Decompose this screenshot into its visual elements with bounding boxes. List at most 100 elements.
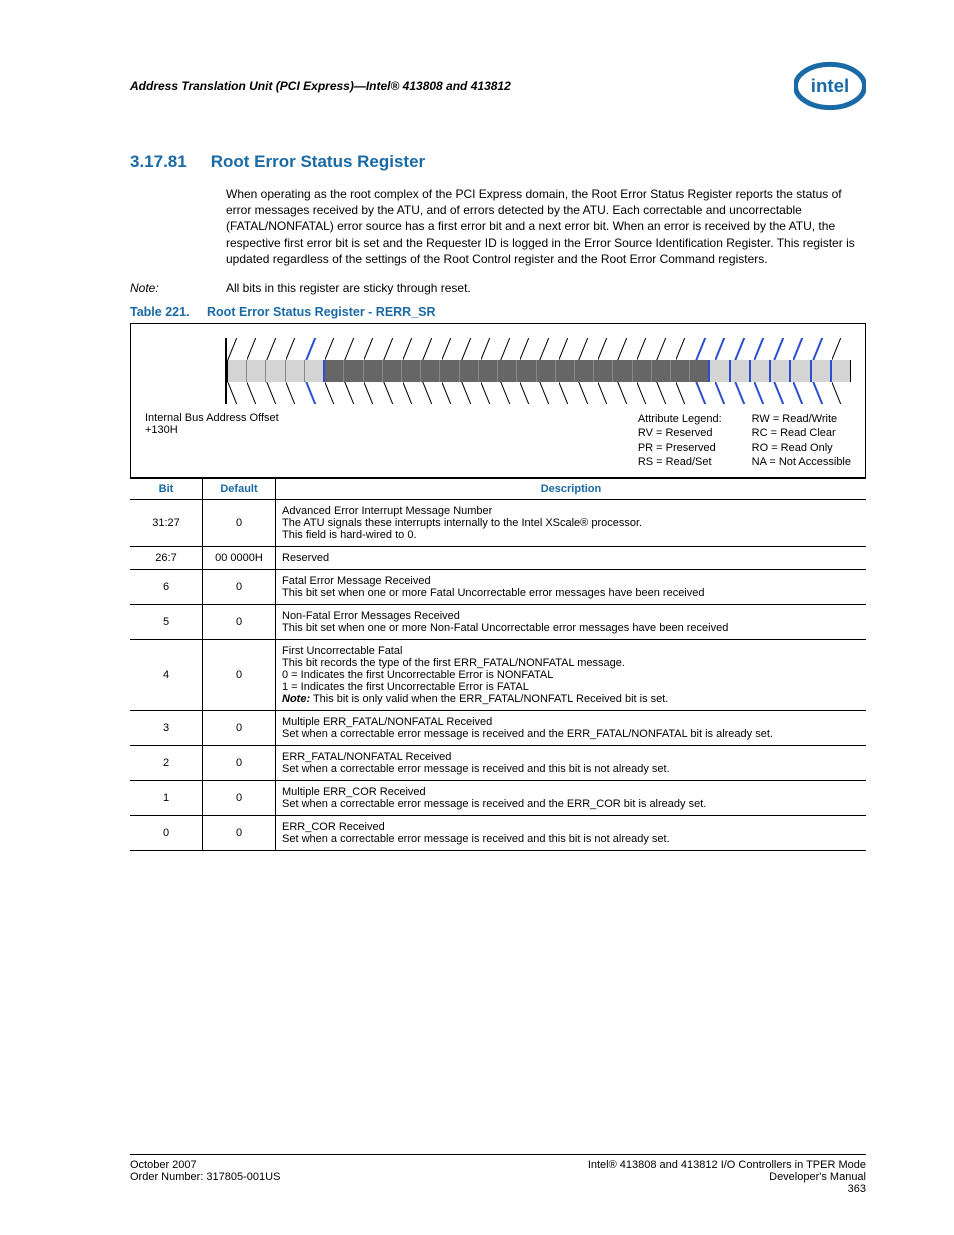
cell-default: 0 — [203, 640, 276, 711]
bit-27 — [305, 360, 325, 382]
cell-bit: 3 — [130, 711, 203, 746]
table-row: 26:700 0000HReserved — [130, 547, 866, 570]
legend-rs: RS = Read/Set — [638, 455, 722, 469]
cell-description: ERR_FATAL/NONFATAL ReceivedSet when a co… — [276, 746, 867, 781]
legend-rw: RW = Read/Write — [752, 412, 851, 426]
bit-23 — [383, 360, 402, 382]
cell-description: ERR_COR ReceivedSet when a correctable e… — [276, 816, 867, 851]
cell-description: Multiple ERR_FATAL/NONFATAL ReceivedSet … — [276, 711, 867, 746]
bit-20 — [440, 360, 459, 382]
page-header: Address Translation Unit (PCI Express)—I… — [130, 60, 866, 112]
bit-1 — [812, 360, 832, 382]
cell-default: 0 — [203, 711, 276, 746]
cell-default: 0 — [203, 781, 276, 816]
note-text: All bits in this register are sticky thr… — [226, 281, 471, 295]
th-default: Default — [203, 479, 276, 500]
legend-na: NA = Not Accessible — [752, 455, 851, 469]
cell-default: 0 — [203, 816, 276, 851]
register-diagram: Internal Bus Address Offset +130H Attrib… — [130, 323, 866, 478]
page-footer: October 2007 Order Number: 317805-001US … — [130, 1154, 866, 1195]
cell-description: Fatal Error Message ReceivedThis bit set… — [276, 570, 867, 605]
footer-product: Intel® 413808 and 413812 I/O Controllers… — [588, 1159, 866, 1171]
cell-bit: 0 — [130, 816, 203, 851]
svg-text:intel: intel — [811, 75, 849, 96]
bit-2 — [791, 360, 811, 382]
bit-4 — [751, 360, 771, 382]
bit-28 — [286, 360, 305, 382]
intel-logo-icon: intel — [794, 60, 866, 112]
section-heading: 3.17.81 Root Error Status Register — [130, 152, 866, 172]
footer-date: October 2007 — [130, 1159, 280, 1171]
cell-default: 0 — [203, 605, 276, 640]
bit-22 — [402, 360, 421, 382]
bit-16 — [517, 360, 536, 382]
note-label: Note: — [130, 281, 226, 295]
cell-bit: 5 — [130, 605, 203, 640]
table-row: 20ERR_FATAL/NONFATAL ReceivedSet when a … — [130, 746, 866, 781]
table-caption: Table 221. Root Error Status Register - … — [130, 305, 866, 319]
offset-label: Internal Bus Address Offset — [145, 412, 279, 424]
table-row: 30Multiple ERR_FATAL/NONFATAL ReceivedSe… — [130, 711, 866, 746]
bit-12 — [594, 360, 613, 382]
cell-default: 0 — [203, 746, 276, 781]
bit-11 — [613, 360, 632, 382]
bit-18 — [479, 360, 498, 382]
bit-21 — [421, 360, 440, 382]
cell-description: Reserved — [276, 547, 867, 570]
cell-bit: 26:7 — [130, 547, 203, 570]
cell-description: Non-Fatal Error Messages ReceivedThis bi… — [276, 605, 867, 640]
register-table: Bit Default Description 31:270Advanced E… — [130, 478, 866, 851]
bit-13 — [575, 360, 594, 382]
header-title: Address Translation Unit (PCI Express)—I… — [130, 79, 511, 93]
cell-bit: 31:27 — [130, 500, 203, 547]
offset-value: +130H — [145, 424, 279, 436]
legend-pr: PR = Preserved — [638, 441, 722, 455]
bit-29 — [266, 360, 285, 382]
legend-rc: RC = Read Clear — [752, 426, 851, 440]
section-title: Root Error Status Register — [211, 152, 425, 172]
bit-0 — [832, 360, 850, 382]
th-bit: Bit — [130, 479, 203, 500]
note-row: Note: All bits in this register are stic… — [130, 281, 866, 295]
cell-description: Multiple ERR_COR ReceivedSet when a corr… — [276, 781, 867, 816]
bit-17 — [498, 360, 517, 382]
cell-default: 00 0000H — [203, 547, 276, 570]
bit-5 — [731, 360, 751, 382]
bit-25 — [344, 360, 363, 382]
bit-15 — [537, 360, 556, 382]
table-row: 60Fatal Error Message ReceivedThis bit s… — [130, 570, 866, 605]
bit-6 — [710, 360, 730, 382]
cell-bit: 4 — [130, 640, 203, 711]
cell-description: First Uncorrectable FatalThis bit record… — [276, 640, 867, 711]
footer-manual: Developer's Manual — [588, 1171, 866, 1183]
bit-10 — [633, 360, 652, 382]
bit-9 — [652, 360, 671, 382]
bit-3 — [771, 360, 791, 382]
bit-14 — [556, 360, 575, 382]
bit-24 — [364, 360, 383, 382]
bit-7 — [690, 360, 710, 382]
table-number: Table 221. — [130, 305, 190, 319]
cell-default: 0 — [203, 570, 276, 605]
bit-19 — [460, 360, 479, 382]
bit-8 — [671, 360, 690, 382]
bit-31 — [228, 360, 247, 382]
bit-30 — [247, 360, 266, 382]
table-row: 40First Uncorrectable FatalThis bit reco… — [130, 640, 866, 711]
cell-default: 0 — [203, 500, 276, 547]
table-row: 50Non-Fatal Error Messages ReceivedThis … — [130, 605, 866, 640]
cell-bit: 1 — [130, 781, 203, 816]
section-number: 3.17.81 — [130, 152, 187, 172]
bit-26 — [325, 360, 344, 382]
table-row: 10Multiple ERR_COR ReceivedSet when a co… — [130, 781, 866, 816]
legend-rv: RV = Reserved — [638, 426, 722, 440]
legend-title: Attribute Legend: — [638, 412, 722, 426]
cell-bit: 2 — [130, 746, 203, 781]
section-paragraph: When operating as the root complex of th… — [226, 186, 866, 267]
table-row: 00ERR_COR ReceivedSet when a correctable… — [130, 816, 866, 851]
th-description: Description — [276, 479, 867, 500]
cell-bit: 6 — [130, 570, 203, 605]
footer-pagenum: 363 — [588, 1183, 866, 1195]
footer-order: Order Number: 317805-001US — [130, 1171, 280, 1183]
table-title: Root Error Status Register - RERR_SR — [207, 305, 436, 319]
